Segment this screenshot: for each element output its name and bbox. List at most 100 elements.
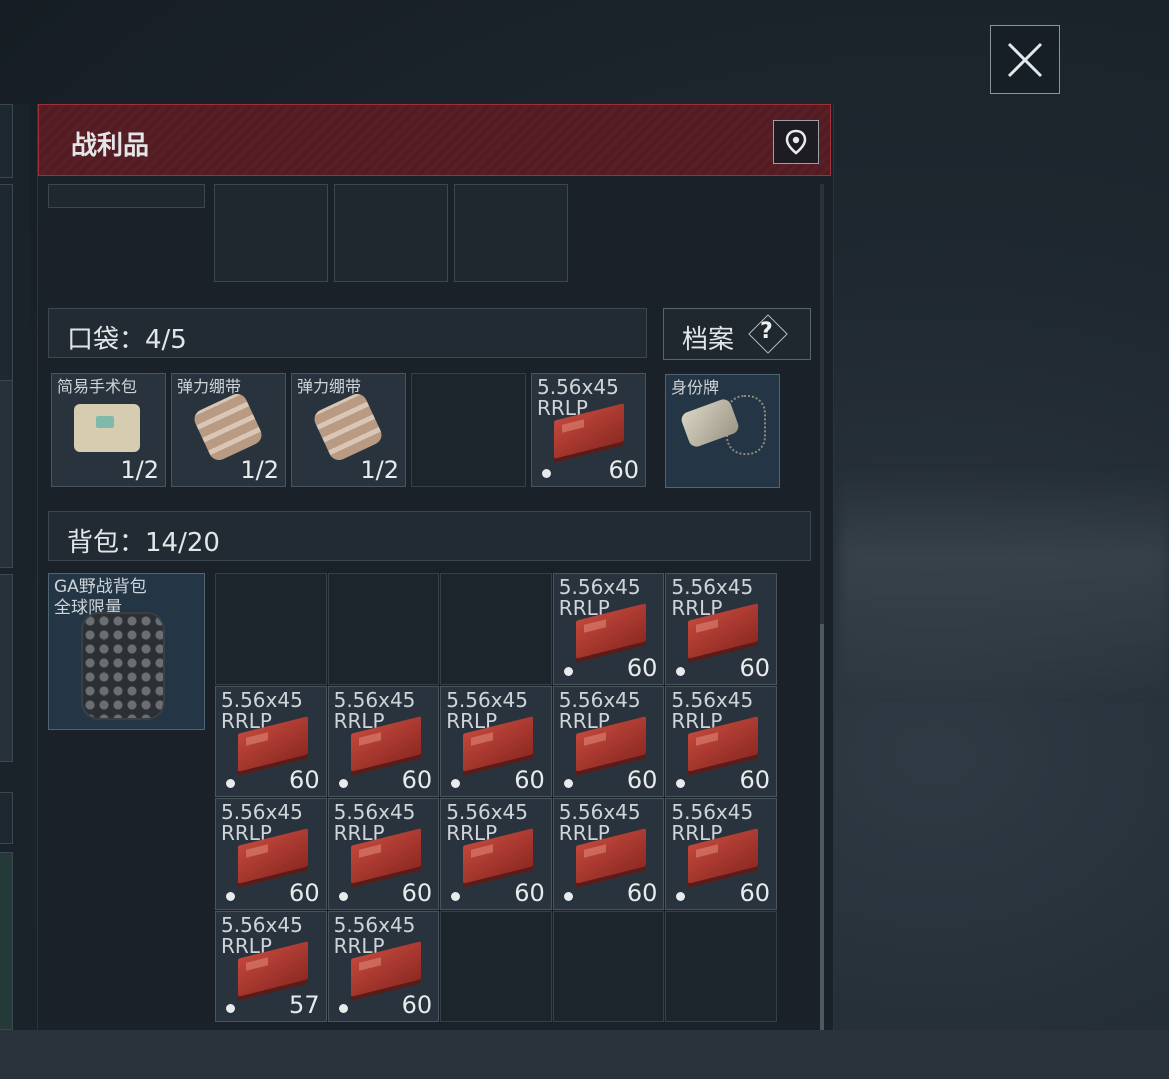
close-button[interactable]: [990, 25, 1060, 94]
background-light: [840, 470, 1169, 690]
backpack-slot-empty[interactable]: [665, 910, 777, 1023]
left-panel-slot[interactable]: [0, 852, 13, 1030]
item-count: 60: [289, 878, 320, 907]
item-name: 弹力绷带: [177, 377, 242, 396]
backpack-item-ammo[interactable]: 5.56x45 RRLP 60: [665, 798, 777, 910]
pocket-item-ammo[interactable]: 5.56x45 RRLP 60: [531, 373, 646, 487]
backpack-item-ammo[interactable]: 5.56x45 RRLP 60: [665, 685, 777, 798]
equipment-slot[interactable]: [334, 184, 448, 282]
item-count: 60: [401, 878, 433, 907]
item-count: 60: [401, 766, 433, 795]
bullet-dot-icon: [563, 666, 573, 676]
pockets-header: 口袋：4/5: [48, 308, 647, 358]
bullet-dot-icon: [226, 1004, 235, 1014]
bullet-dot-icon: [338, 891, 348, 901]
item-name: 5.56x45: [221, 912, 303, 937]
item-name: 5.56x45: [333, 687, 416, 712]
bullet-dot-icon: [542, 469, 551, 478]
item-name: 5.56x45: [221, 687, 303, 712]
backpack-item-ammo[interactable]: 5.56x45 RRLP 60: [665, 573, 777, 685]
item-count: 60: [739, 878, 770, 907]
bullet-dot-icon: [338, 779, 348, 789]
item-count: 60: [626, 766, 658, 795]
item-name: 5.56x45: [333, 912, 416, 937]
archive-label: 档案: [682, 325, 735, 355]
backpack-slot-empty[interactable]: [440, 910, 552, 1023]
item-count: 60: [514, 878, 545, 907]
left-panel-slot[interactable]: [0, 792, 13, 844]
location-pin-icon: [785, 129, 807, 155]
loot-panel-header: 战利品: [38, 104, 831, 176]
item-count: 60: [739, 653, 770, 682]
item-name: 5.56x45: [221, 800, 303, 825]
bullet-dot-icon: [676, 666, 686, 676]
backpack-item-ammo[interactable]: 5.56x45 RRLP 60: [552, 685, 665, 798]
backpack-slot-empty[interactable]: [440, 573, 552, 685]
equipped-backpack[interactable]: GA野战背包 全球限量: [48, 573, 205, 730]
backpack-item-ammo[interactable]: 5.56x45 RRLP 60: [440, 685, 552, 798]
bullet-dot-icon: [451, 779, 461, 789]
left-panel-slot[interactable]: [0, 574, 13, 762]
item-name: 简易手术包: [57, 377, 138, 396]
backpack-item-ammo[interactable]: 5.56x45 RRLP 60: [215, 685, 327, 798]
loot-panel: 战利品 口袋：4/5 档案 ? 简易手术包 1/2 弹力绷带 1/2 弹力绷带 …: [37, 104, 834, 1030]
backpack-slot-empty[interactable]: [552, 910, 665, 1023]
pocket-item-bandage[interactable]: 弹力绷带 1/2: [171, 373, 286, 487]
item-name: 5.56x45: [671, 687, 754, 712]
item-count: 60: [626, 653, 658, 682]
item-count: 60: [739, 766, 770, 795]
scrollbar-thumb[interactable]: [820, 624, 824, 1030]
item-name: 弹力绷带: [297, 377, 362, 396]
close-icon: [1007, 42, 1043, 77]
bullet-dot-icon: [451, 891, 461, 901]
backpack-label: 背包：14/20: [67, 528, 220, 558]
backpack-item-ammo[interactable]: 5.56x45 RRLP 60: [552, 798, 665, 910]
equipment-slot[interactable]: [48, 184, 205, 208]
backpack-item-ammo[interactable]: 5.56x45 RRLP 57: [215, 910, 327, 1023]
item-name: 5.56x45: [558, 575, 641, 599]
bullet-dot-icon: [226, 779, 235, 789]
background-floor: [0, 1030, 1169, 1079]
item-count: 60: [626, 878, 658, 907]
equipment-slot[interactable]: [214, 184, 328, 282]
equipment-slot[interactable]: [454, 184, 568, 282]
scrollbar[interactable]: [820, 184, 824, 1030]
backpack-header: 背包：14/20: [48, 511, 811, 561]
panel-title: 战利品: [71, 131, 150, 161]
left-panel-slot[interactable]: [0, 380, 13, 568]
location-pin-button[interactable]: [773, 120, 819, 164]
left-panel-header: [0, 104, 13, 178]
backpack-item-ammo[interactable]: 5.56x45 RRLP 60: [215, 798, 327, 910]
bandage-icon: [191, 390, 265, 464]
backpack-item-ammo[interactable]: 5.56x45 RRLP 60: [327, 798, 440, 910]
item-count: 60: [289, 766, 320, 795]
bullet-dot-icon: [226, 891, 235, 901]
backpack-item-ammo[interactable]: 5.56x45 RRLP 60: [440, 798, 552, 910]
archive-button[interactable]: 档案 ?: [663, 308, 811, 360]
left-panel-edge: [0, 104, 30, 1030]
item-name: 5.56x45: [558, 687, 641, 712]
item-name: 5.56x45: [558, 800, 641, 825]
bandage-icon: [311, 390, 385, 464]
pocket-slot-empty[interactable]: [411, 373, 526, 487]
pocket-item-bandage[interactable]: 弹力绷带 1/2: [291, 373, 406, 487]
bullet-dot-icon: [563, 779, 573, 789]
item-count: 1/2: [240, 456, 279, 484]
item-count: 1/2: [360, 456, 399, 484]
bullet-dot-icon: [676, 891, 686, 901]
backpack-item-ammo[interactable]: 5.56x45 RRLP 60: [552, 573, 665, 685]
item-count: 60: [608, 456, 639, 484]
bullet-dot-icon: [676, 779, 686, 789]
backpack-icon: [81, 612, 165, 720]
pocket-item-medkit[interactable]: 简易手术包 1/2: [51, 373, 166, 487]
item-name: 5.56x45: [671, 800, 754, 825]
item-name: 身份牌: [671, 378, 720, 397]
backpack-item-ammo[interactable]: 5.56x45 RRLP 60: [327, 685, 440, 798]
backpack-slot-empty[interactable]: [327, 573, 440, 685]
dog-tag-item[interactable]: 身份牌: [665, 374, 780, 488]
item-name: 5.56x45: [333, 800, 416, 825]
backpack-slot-empty[interactable]: [215, 573, 327, 685]
backpack-name: GA野战背包: [54, 577, 147, 597]
backpack-item-ammo[interactable]: 5.56x45 RRLP 60: [327, 910, 440, 1023]
help-mark: ?: [760, 319, 773, 344]
